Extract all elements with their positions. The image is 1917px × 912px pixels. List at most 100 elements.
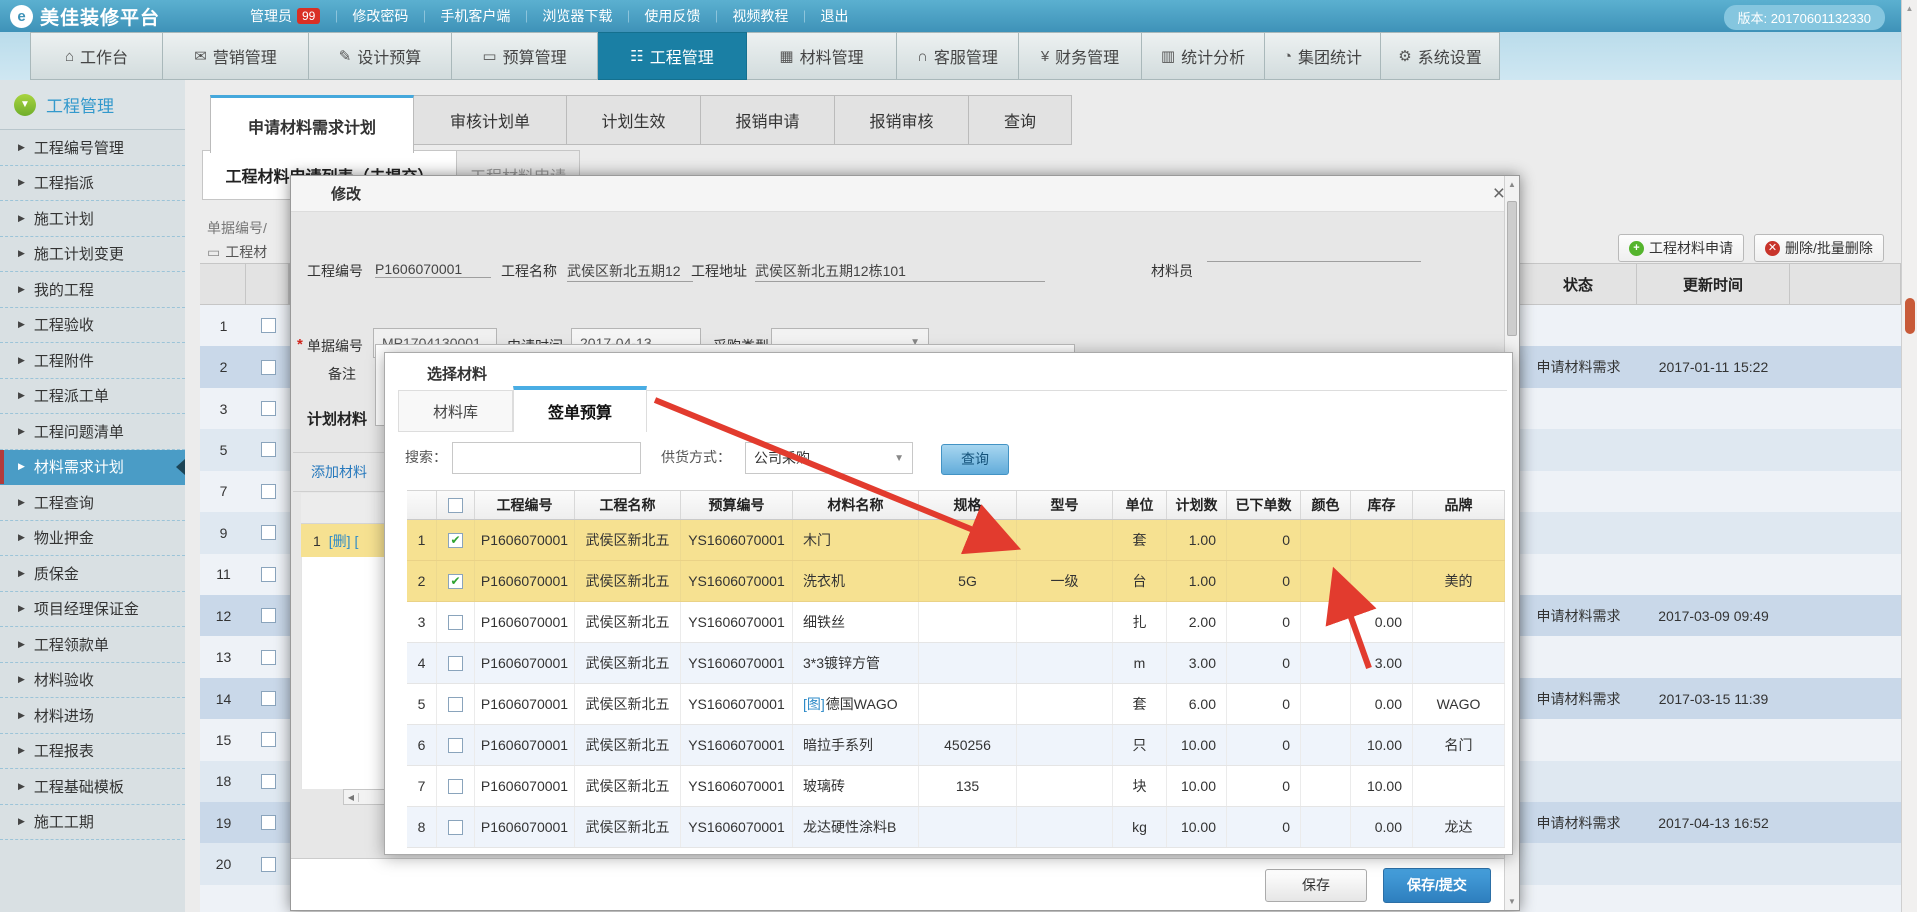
picker-tab-2[interactable]: 签单预算	[513, 386, 647, 432]
top-menu-item[interactable]: 使用反馈	[634, 6, 710, 26]
top-menu-item[interactable]: 修改密码	[342, 6, 418, 26]
tab-1[interactable]: 申请材料需求计划	[210, 95, 414, 153]
save-submit-button[interactable]: 保存/提交	[1383, 868, 1491, 903]
top-menu-item[interactable]: 视频教程	[722, 6, 798, 26]
material-row[interactable]: 2✔P1606070001武侯区新北五YS1606070001洗衣机5G一级台1…	[407, 561, 1505, 602]
sidebar-item[interactable]: ▶我的工程	[0, 272, 185, 308]
row-checkbox[interactable]	[261, 691, 276, 706]
select-all-checkbox[interactable]	[448, 498, 463, 513]
sidebar-item[interactable]: ▶施工工期	[0, 805, 185, 841]
nav-tab-pie[interactable]: ◔集团统计	[1265, 32, 1381, 80]
sidebar-item[interactable]: ▶物业押金	[0, 521, 185, 557]
row-checkbox[interactable]	[261, 525, 276, 540]
scrollbar-thumb[interactable]	[1507, 201, 1517, 336]
material-row[interactable]: 8P1606070001武侯区新北五YS1606070001龙达硬性涂料Bkg1…	[407, 807, 1505, 848]
plan-horizontal-scrollbar[interactable]: ◀	[343, 789, 385, 805]
sidebar-header[interactable]: ▼ 工程管理	[0, 80, 185, 130]
image-link[interactable]: [图]	[803, 694, 825, 714]
page-scrollbar-thumb[interactable]	[1905, 298, 1915, 334]
save-button[interactable]: 保存	[1265, 869, 1367, 902]
material-row[interactable]: 6P1606070001武侯区新北五YS1606070001暗拉手系列45025…	[407, 725, 1505, 766]
tab-6[interactable]: 查询	[969, 95, 1072, 145]
tab-2[interactable]: 审核计划单	[414, 95, 567, 145]
admin-menu-item[interactable]: 管理员 99	[240, 6, 330, 26]
top-menu-item[interactable]: 浏览器下载	[532, 6, 622, 26]
scroll-left-icon[interactable]: ◀	[344, 793, 359, 802]
row-checkbox[interactable]	[448, 697, 463, 712]
row-checkbox[interactable]	[261, 815, 276, 830]
row-checkbox[interactable]	[261, 774, 276, 789]
add-material-button[interactable]: 添加材料	[311, 462, 367, 482]
tab-4[interactable]: 报销申请	[701, 95, 835, 145]
page-scrollbar[interactable]: ▲	[1901, 0, 1917, 912]
nav-tab-edit[interactable]: ✎设计预算	[309, 32, 452, 80]
row-checkbox[interactable]	[448, 820, 463, 835]
sidebar-item[interactable]: ▶工程验收	[0, 308, 185, 344]
sidebar-item[interactable]: ▶工程附件	[0, 343, 185, 379]
nav-tab-chat[interactable]: ✉营销管理	[163, 32, 309, 80]
nav-tab-headset[interactable]: ∩客服管理	[897, 32, 1019, 80]
nav-tab-chart[interactable]: ▥统计分析	[1142, 32, 1265, 80]
sidebar-item[interactable]: ▶工程派工单	[0, 379, 185, 415]
row-checkbox[interactable]	[261, 442, 276, 457]
scroll-down-icon[interactable]: ▼	[1505, 897, 1519, 906]
search-input[interactable]	[452, 442, 641, 474]
row-checkbox[interactable]	[448, 615, 463, 630]
sidebar-item[interactable]: ▶工程报表	[0, 734, 185, 770]
nav-tab-home[interactable]: ⌂工作台	[30, 32, 163, 80]
column-header-cb[interactable]	[437, 491, 475, 519]
row-checkbox[interactable]	[448, 656, 463, 671]
notification-badge[interactable]: 99	[297, 8, 320, 24]
row-checkbox[interactable]	[261, 360, 276, 375]
row-checkbox[interactable]: ✔	[448, 574, 463, 589]
query-button[interactable]: 查询	[941, 444, 1009, 475]
nav-tab-yen[interactable]: ¥财务管理	[1019, 32, 1142, 80]
row-checkbox[interactable]: ✔	[448, 533, 463, 548]
row-checkbox[interactable]	[261, 318, 276, 333]
material-row[interactable]: 4P1606070001武侯区新北五YS16060700013*3镀锌方管m3.…	[407, 643, 1505, 684]
row-checkbox[interactable]	[448, 779, 463, 794]
sidebar-item[interactable]: ▶材料验收	[0, 663, 185, 699]
top-menu-item[interactable]: 退出	[810, 6, 858, 26]
sidebar-item[interactable]: ▶施工计划变更	[0, 237, 185, 273]
sidebar-item[interactable]: ▶工程指派	[0, 166, 185, 202]
sidebar-item[interactable]: ▶施工计划	[0, 201, 185, 237]
row-checkbox[interactable]	[261, 567, 276, 582]
sidebar-item[interactable]: ▶材料进场	[0, 698, 185, 734]
sidebar-item[interactable]: ▶质保金	[0, 556, 185, 592]
sidebar-item[interactable]: ▶材料需求计划	[0, 450, 185, 486]
sidebar-item[interactable]: ▶项目经理保证金	[0, 592, 185, 628]
tab-5[interactable]: 报销审核	[835, 95, 969, 145]
sidebar-item[interactable]: ▶工程查询	[0, 485, 185, 521]
nav-tab-monitor[interactable]: ▭预算管理	[452, 32, 598, 80]
nav-tab-gear[interactable]: ⚙系统设置	[1381, 32, 1500, 80]
apply-material-button[interactable]: +工程材料申请	[1618, 234, 1744, 262]
supply-mode-select[interactable]: 公司采购 ▼	[745, 442, 913, 474]
delete-batch-button[interactable]: ✕删除/批量删除	[1754, 234, 1884, 262]
nav-tab-team[interactable]: ☷工程管理	[598, 32, 747, 80]
material-row[interactable]: 5P1606070001武侯区新北五YS1606070001[图]德国WAGO套…	[407, 684, 1505, 725]
row-checkbox[interactable]	[261, 650, 276, 665]
row-checkbox[interactable]	[261, 857, 276, 872]
nav-tab-grid[interactable]: ▦材料管理	[747, 32, 897, 80]
top-menu-item[interactable]: 手机客户端	[430, 6, 520, 26]
cell-ordered: 0	[1227, 766, 1301, 806]
scroll-up-icon[interactable]: ▲	[1505, 180, 1519, 189]
material-row[interactable]: 3P1606070001武侯区新北五YS1606070001细铁丝扎2.0000…	[407, 602, 1505, 643]
sidebar-item[interactable]: ▶工程问题清单	[0, 414, 185, 450]
sidebar-item[interactable]: ▶工程基础模板	[0, 769, 185, 805]
delete-row-link[interactable]: [删] [	[329, 531, 359, 551]
row-checkbox[interactable]	[448, 738, 463, 753]
row-checkbox[interactable]	[261, 401, 276, 416]
sidebar-item[interactable]: ▶工程领款单	[0, 627, 185, 663]
row-checkbox[interactable]	[261, 608, 276, 623]
logo-icon: e	[10, 5, 33, 28]
tab-3[interactable]: 计划生效	[567, 95, 701, 145]
row-checkbox[interactable]	[261, 484, 276, 499]
scroll-up-icon[interactable]: ▲	[1902, 4, 1917, 13]
row-checkbox[interactable]	[261, 732, 276, 747]
material-row[interactable]: 7P1606070001武侯区新北五YS1606070001玻璃砖135块10.…	[407, 766, 1505, 807]
picker-tab-1[interactable]: 材料库	[398, 390, 513, 432]
sidebar-item[interactable]: ▶工程编号管理	[0, 130, 185, 166]
material-row[interactable]: 1✔P1606070001武侯区新北五YS1606070001木门套1.000	[407, 520, 1505, 561]
